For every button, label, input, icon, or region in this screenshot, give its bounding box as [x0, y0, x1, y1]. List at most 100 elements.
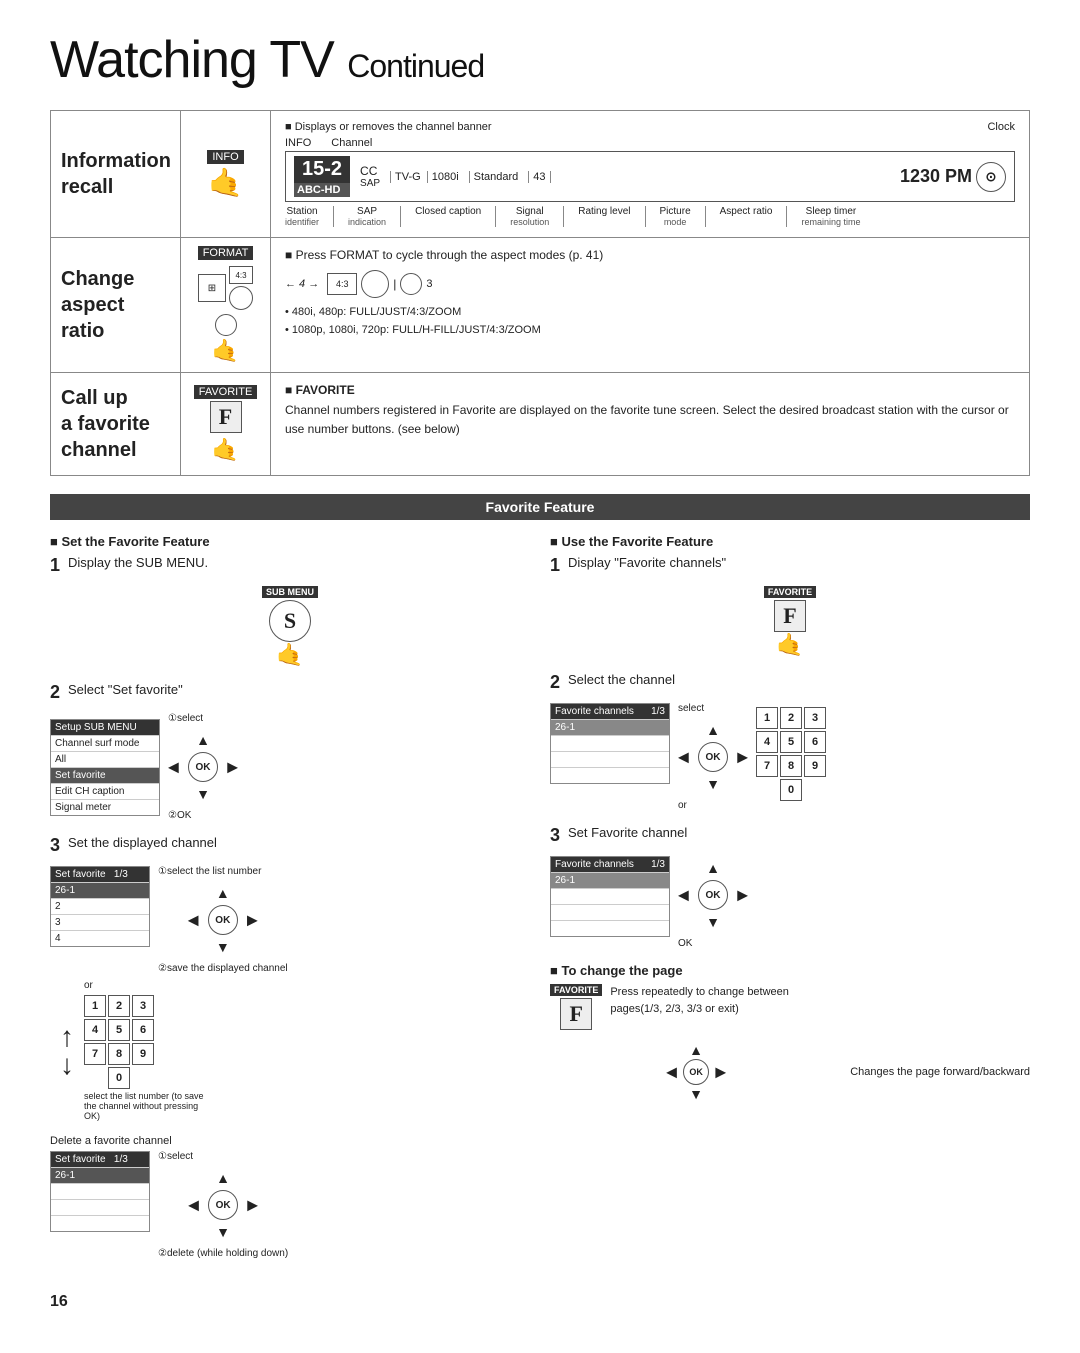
num2[interactable]: 2	[108, 995, 130, 1017]
nav-right6: ▶	[715, 1064, 726, 1081]
num9[interactable]: 9	[132, 1043, 154, 1065]
u-num0[interactable]: 0	[780, 779, 802, 801]
sub-menu-button: SUB MENU S 🤙	[262, 586, 318, 668]
info-recall-content: ■ Displays or removes the channel banner…	[271, 111, 1029, 237]
nav-left3: ◀	[188, 1197, 199, 1214]
channel-label: Channel	[331, 137, 372, 149]
nav-left6: ◀	[666, 1064, 677, 1081]
ok-button3[interactable]: OK	[208, 1190, 238, 1220]
set-step3-text: Set the displayed channel	[68, 835, 217, 850]
picture-mode-label: Picture	[660, 206, 691, 217]
fav-ch-row4-2	[551, 767, 669, 783]
ok-button5[interactable]: OK	[698, 880, 728, 910]
page-number: 16	[50, 1293, 1030, 1311]
u-num3[interactable]: 3	[804, 707, 826, 729]
delete-text: Delete a favorite channel	[50, 1135, 530, 1147]
set-favorite-col: ■ Set the Favorite Feature 1 Display the…	[50, 534, 530, 1273]
favorite-two-col: ■ Set the Favorite Feature 1 Display the…	[50, 534, 1030, 1273]
use-fav-table3: Favorite channels1/3 26-1	[550, 856, 670, 937]
aspect-mode-icons: 4:3 | 3	[327, 270, 432, 298]
aspect-num: 3	[426, 278, 432, 290]
step2-annotation2: ②OK	[168, 810, 238, 821]
u-num7[interactable]: 7	[756, 755, 778, 777]
ok-button[interactable]: OK	[188, 752, 218, 782]
u-num5[interactable]: 5	[780, 731, 802, 753]
bullet1: 480i, 480p: FULL/JUST/4:3/ZOOM	[292, 306, 461, 318]
delete-row3	[51, 1199, 149, 1215]
step3-nav: ①select the list number ▲ ▼ ◀ ▶ OK ②save…	[158, 866, 288, 974]
ok-button4[interactable]: OK	[698, 742, 728, 772]
change-aspect-row: Change aspect ratio FORMAT ⊞ 4:3 🤙 ■ Pre…	[51, 238, 1029, 373]
favorite-feature-bar: Favorite Feature	[50, 494, 1030, 520]
fav-ch-row1-3: 26-1	[551, 872, 669, 888]
num-grid-set: 1 2 3 4 5 6 7 8 9 0	[84, 995, 204, 1089]
hand-icon-4: 🤙	[276, 642, 303, 668]
ok-button6[interactable]: OK	[683, 1059, 709, 1085]
num7[interactable]: 7	[84, 1043, 106, 1065]
info-recall-label: Information recall	[51, 111, 181, 237]
u-num2[interactable]: 2	[780, 707, 802, 729]
nav-down3: ▼	[216, 1224, 230, 1240]
set-step2-text: Select "Set favorite"	[68, 682, 183, 697]
num6[interactable]: 6	[132, 1019, 154, 1041]
ok-button2[interactable]: OK	[208, 905, 238, 935]
use-step3-nav: ▲ ▼ ◀ ▶ OK OK	[678, 856, 748, 949]
change-page-title: To change the page	[561, 963, 682, 978]
set-step3-num: 3	[50, 835, 60, 856]
rating-label: Rating level	[578, 206, 630, 217]
nav-right2: ▶	[247, 912, 258, 929]
num1[interactable]: 1	[84, 995, 106, 1017]
set-favorite-table: Set favorite 1/3 26-1 2 3 4	[50, 866, 150, 947]
num3[interactable]: 3	[132, 995, 154, 1017]
u-num1[interactable]: 1	[756, 707, 778, 729]
change-page-fav-label: FAVORITE	[550, 984, 602, 996]
aspect-ratio-label: Aspect ratio	[720, 206, 773, 217]
nav-up: ▲	[196, 732, 210, 748]
info-recall-row: Information recall INFO 🤙 ■ Displays or …	[51, 111, 1029, 238]
channel-clock: 1230 PM ⊙	[900, 162, 1006, 192]
set-step2: 2 Select "Set favorite" Setup SUB MENU C…	[50, 682, 530, 821]
aspect-pipe: |	[393, 277, 396, 291]
station-id-label: Station	[286, 206, 317, 217]
aspect-circle-mode	[361, 270, 389, 298]
u-num8[interactable]: 8	[780, 755, 802, 777]
use-step2-ann: select	[678, 703, 704, 714]
channel-aspect: 43	[528, 171, 550, 183]
num5[interactable]: 5	[108, 1019, 130, 1041]
use-step3-num: 3	[550, 825, 560, 846]
u-num4[interactable]: 4	[756, 731, 778, 753]
aspect-circle2-icon	[215, 314, 237, 336]
fav-channels-table2: Favorite channels1/3 26-1	[550, 703, 670, 784]
delete-table-header: Set favorite 1/3	[51, 1152, 149, 1167]
info-button-label: INFO	[207, 150, 243, 164]
set-step3: 3 Set the displayed channel Set favorite…	[50, 835, 530, 1121]
delete-ann2: ②delete (while holding down)	[158, 1248, 288, 1259]
delete-ok-cluster: ▲ ▼ ◀ ▶ OK	[188, 1170, 258, 1240]
set-favorite-title: ■ Set the Favorite Feature	[50, 534, 530, 549]
num4[interactable]: 4	[84, 1019, 106, 1041]
delete-row4	[51, 1215, 149, 1231]
call-up-icon-area: FAVORITE F 🤙	[181, 373, 271, 475]
favorite-use-label: FAVORITE	[764, 586, 816, 598]
delete-row1: 26-1	[51, 1167, 149, 1183]
sub-menu-label: SUB MENU	[262, 586, 318, 598]
sap-label: SAP	[357, 206, 377, 217]
channel-sap: SAP	[356, 178, 384, 189]
change-page-f-icon: F	[560, 998, 592, 1030]
nav-down6: ▼	[689, 1086, 703, 1102]
call-up-label: Call up a favorite channel	[51, 373, 181, 475]
num8[interactable]: 8	[108, 1043, 130, 1065]
num0[interactable]: 0	[108, 1067, 130, 1089]
bullet2: 1080p, 1080i, 720p: FULL/H-FILL/JUST/4:3…	[292, 324, 541, 336]
set-fav-row4: 4	[51, 930, 149, 946]
closed-caption-label: Closed caption	[415, 206, 481, 217]
channel-labels-row: Station identifier SAP indication Closed…	[285, 206, 1015, 227]
nav-right3: ▶	[247, 1197, 258, 1214]
u-num9[interactable]: 9	[804, 755, 826, 777]
change-aspect-icon-area: FORMAT ⊞ 4:3 🤙	[181, 238, 271, 372]
call-up-favorite-row: Call up a favorite channel FAVORITE F 🤙 …	[51, 373, 1029, 475]
fav-channels-header2: Favorite channels1/3	[551, 704, 669, 719]
u-num6[interactable]: 6	[804, 731, 826, 753]
num-note: select the list number (to save the chan…	[84, 1091, 204, 1121]
timer-icon: ⊙	[976, 162, 1006, 192]
